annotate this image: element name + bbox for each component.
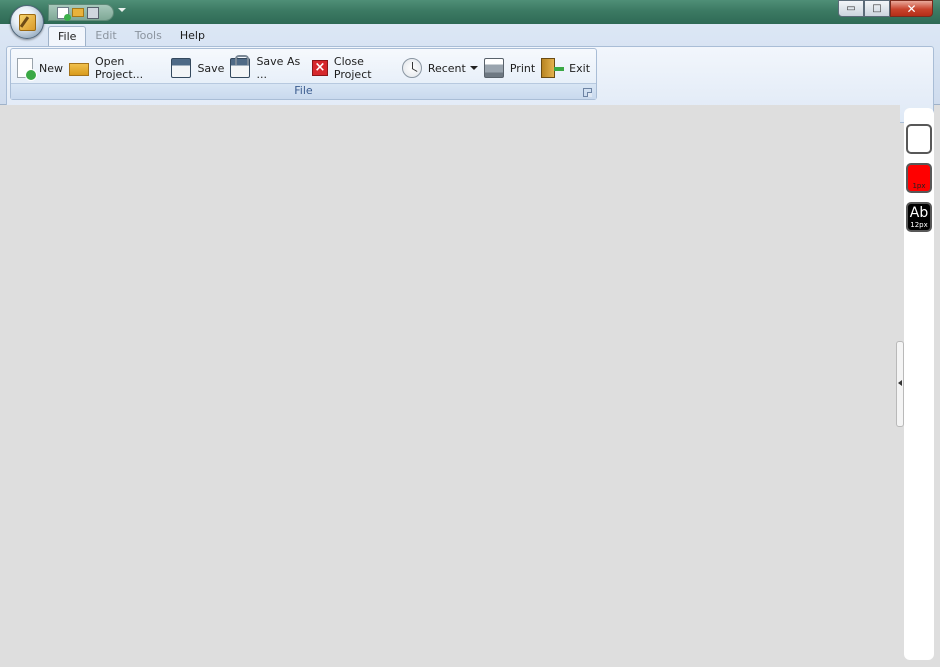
title-bar: ▭ □ ✕ [0,0,940,24]
chevron-left-icon [898,380,902,386]
clock-icon [401,58,422,78]
new-button[interactable]: New [17,56,63,81]
file-group-label: File [11,83,596,99]
exit-door-icon [541,58,565,78]
maximize-button[interactable]: □ [864,0,890,17]
application-menu-button[interactable] [10,5,44,39]
recent-button[interactable]: Recent [401,56,478,80]
tab-tools[interactable]: Tools [126,26,171,46]
tab-file[interactable]: File [48,26,87,47]
print-label: Print [509,61,536,75]
file-group: New Open Project... Save Save As ... × C… [10,48,597,100]
shape-fill-tool[interactable] [906,124,932,154]
font-size-caption: 12px [910,221,928,229]
quick-access-dropdown-icon[interactable] [118,8,126,12]
minimize-button[interactable]: ▭ [838,0,864,17]
style-panel: 1px Ab 12px [904,108,934,660]
tab-help[interactable]: Help [171,26,214,46]
window-controls: ▭ □ ✕ [838,0,933,17]
stroke-width-caption: 1px [912,182,926,190]
printer-icon [483,58,504,78]
text-style-tool[interactable]: Ab 12px [906,202,932,232]
open-folder-icon[interactable] [72,8,84,17]
close-project-button[interactable]: × Close Project [311,55,396,81]
folder-icon [69,63,89,76]
recent-label: Recent [427,61,466,75]
save-label: Save [197,61,225,75]
print-button[interactable]: Print [483,56,536,80]
close-project-label: Close Project [333,55,372,81]
save-as-button[interactable]: Save As ... [230,55,305,81]
save-as-label: Save As ... [256,55,301,81]
exit-button[interactable]: Exit [541,56,590,80]
save-disk-icon[interactable] [87,6,99,19]
app-logo-icon [19,14,36,31]
tab-edit[interactable]: Edit [86,26,125,46]
ribbon: File Edit Tools Help New Open Project...… [0,24,940,123]
exit-label: Exit [569,61,591,75]
open-project-label: Open Project... [95,55,144,81]
new-file-icon[interactable] [57,6,71,21]
ribbon-tabs: File Edit Tools Help [48,26,214,47]
panel-splitter[interactable] [896,341,904,427]
new-document-icon [17,58,37,81]
new-label: New [39,61,63,75]
quick-access-toolbar [48,4,114,21]
close-x-icon: × [311,60,328,76]
floppy-disk-icon [171,58,192,78]
open-project-button[interactable]: Open Project... [69,55,165,81]
close-window-button[interactable]: ✕ [890,0,933,17]
stroke-color-tool[interactable]: 1px [906,163,932,193]
save-as-disk-icon [230,55,251,78]
drawing-canvas[interactable] [2,105,900,665]
file-group-title: File [294,84,313,97]
save-button[interactable]: Save [171,56,224,80]
dialog-launcher-icon[interactable] [583,88,592,97]
text-glyph: Ab [909,205,929,221]
file-group-items: New Open Project... Save Save As ... × C… [17,55,596,81]
chevron-down-icon [469,66,478,70]
